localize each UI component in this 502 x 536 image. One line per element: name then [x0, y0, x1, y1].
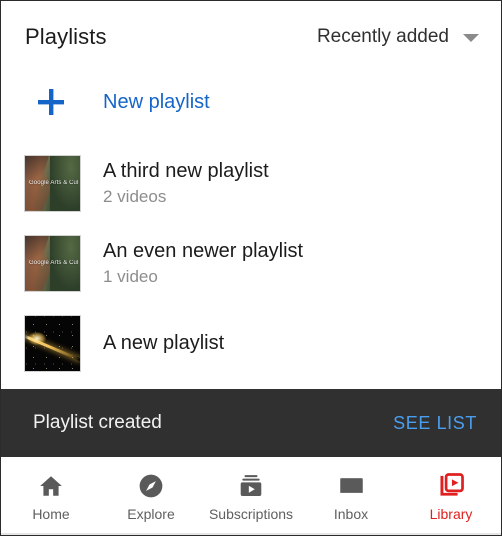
sort-dropdown[interactable]: Recently added: [317, 26, 479, 48]
plus-icon: [25, 87, 77, 117]
nav-item-explore[interactable]: Explore: [101, 457, 201, 533]
subscriptions-icon: [238, 473, 264, 499]
playlist-video-count: 1 video: [103, 266, 158, 286]
envelope-icon: [338, 473, 365, 499]
page-title: Playlists: [25, 24, 107, 49]
home-icon: [38, 473, 64, 499]
playlist-title: An even newer playlist: [103, 239, 304, 262]
nav-item-inbox[interactable]: Inbox: [301, 457, 401, 533]
playlist-thumbnail: [24, 314, 81, 372]
nav-label-library: Library: [429, 505, 473, 522]
page-header: Playlists Recently added: [1, 1, 501, 73]
compass-icon: [138, 473, 164, 499]
nav-label-explore: Explore: [127, 505, 175, 522]
library-play-icon: [438, 473, 465, 499]
list-item[interactable]: A new playlist: [1, 303, 501, 383]
nav-label-home: Home: [32, 505, 70, 522]
snackbar-message: Playlist created: [33, 412, 162, 433]
playlist-thumbnail: Google Arts & Cul: [24, 234, 81, 292]
snackbar: Playlist created SEE LIST: [1, 389, 501, 457]
playlists-screen: Playlists Recently added New playlist Go…: [0, 0, 502, 536]
thumbnail-watermark: Google Arts & Cul: [29, 260, 78, 266]
nav-item-home[interactable]: Home: [1, 457, 101, 533]
playlist-video-count: 2 videos: [103, 186, 167, 206]
list-item-text: A third new playlist 2 videos: [103, 159, 269, 207]
list-item-text: A new playlist: [103, 331, 224, 356]
thumbnail-watermark: Google Arts & Cul: [29, 180, 78, 186]
snackbar-action-button[interactable]: SEE LIST: [393, 413, 477, 434]
playlist-title: A third new playlist: [103, 159, 269, 182]
nav-item-library[interactable]: Library: [401, 457, 501, 533]
playlist-title: A new playlist: [103, 331, 225, 354]
list-item[interactable]: Google Arts & Cul An even newer playlist…: [1, 223, 501, 303]
new-playlist-label: New playlist: [103, 90, 210, 113]
nav-label-inbox: Inbox: [333, 505, 369, 522]
new-playlist-button[interactable]: New playlist: [1, 73, 501, 131]
nav-item-subscriptions[interactable]: Subscriptions: [201, 457, 301, 533]
chevron-down-icon: [463, 34, 479, 42]
playlist-thumbnail: Google Arts & Cul: [24, 154, 81, 212]
bottom-navigation: Home Explore Subscriptions Inbox Library: [1, 457, 501, 535]
sort-dropdown-label: Recently added: [316, 26, 449, 47]
list-item-text: An even newer playlist 1 video: [103, 239, 303, 287]
playlist-list: Google Arts & Cul A third new playlist 2…: [1, 131, 501, 389]
list-item[interactable]: Google Arts & Cul A third new playlist 2…: [1, 143, 501, 223]
nav-label-subscriptions: Subscriptions: [208, 505, 294, 522]
